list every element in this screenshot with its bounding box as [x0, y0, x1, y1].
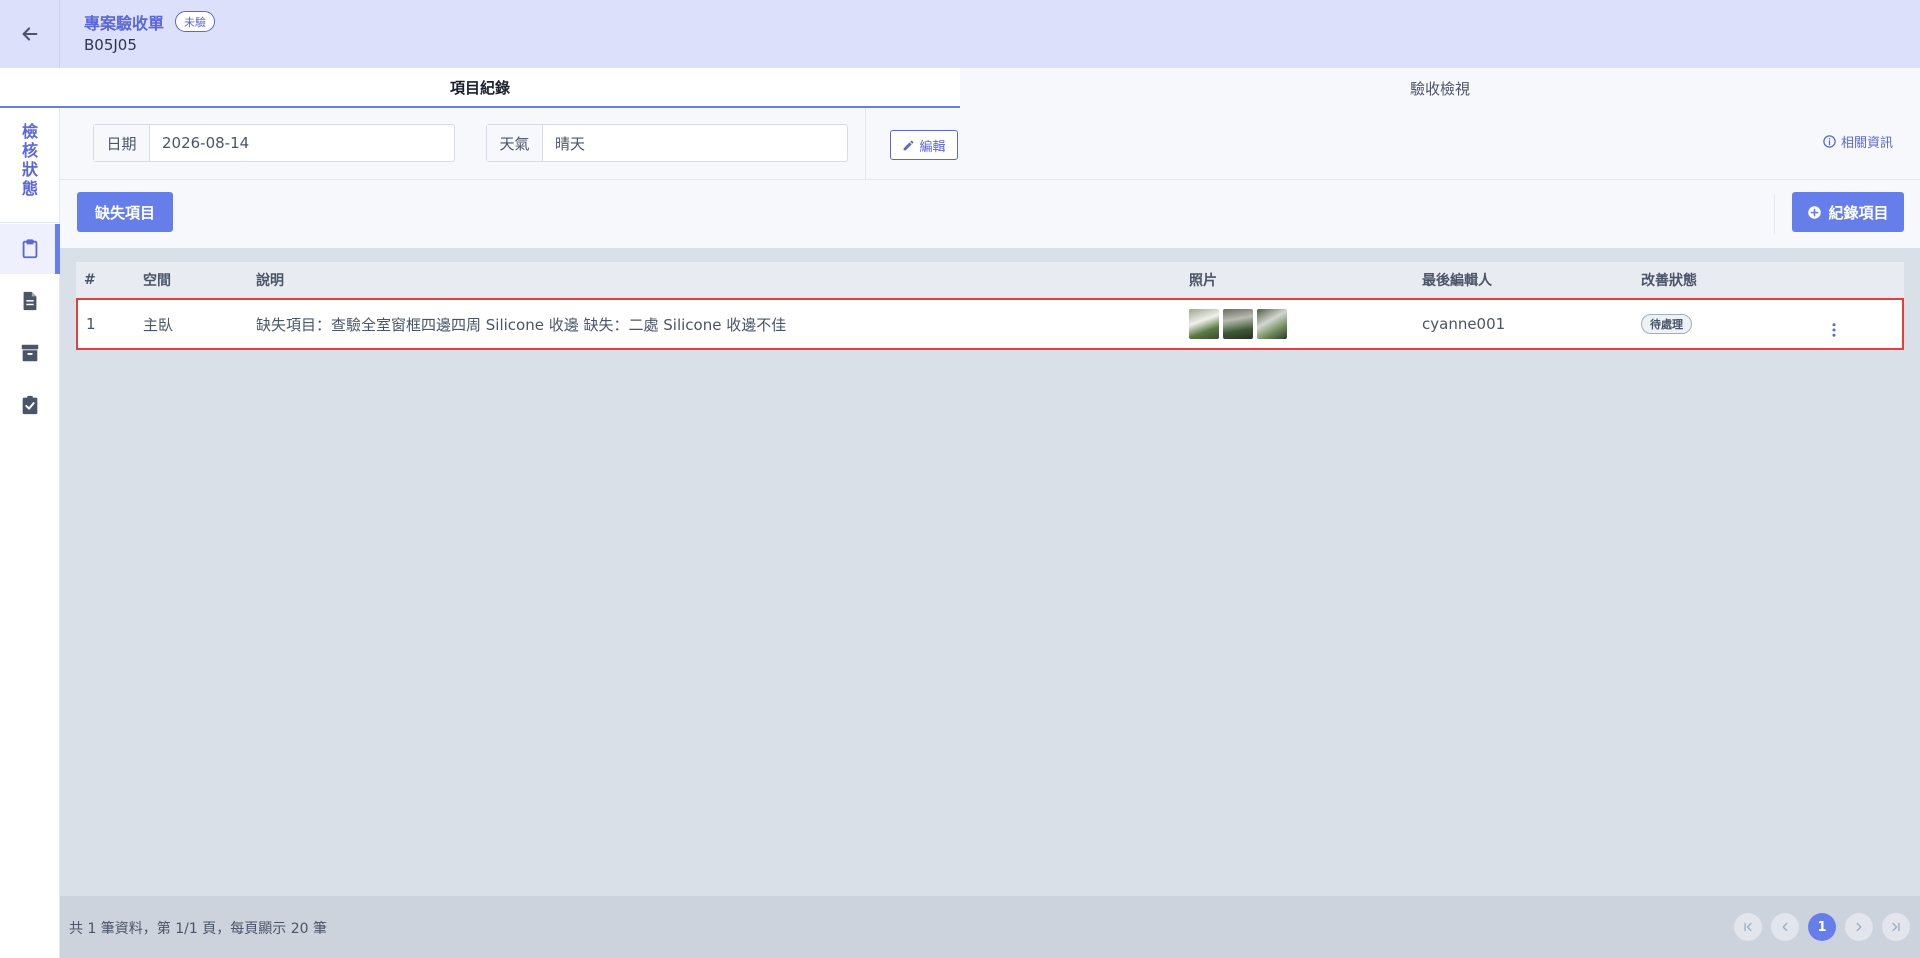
weather-label: 天氣: [487, 125, 543, 161]
last-page-icon: [1892, 922, 1900, 932]
tab-bar: 項目紀錄 驗收檢視: [0, 68, 1920, 108]
status-badge: 未驗: [175, 11, 215, 32]
plus-circle-icon: [1808, 205, 1822, 219]
edit-button[interactable]: 編輯: [890, 130, 958, 160]
page-title: 專案驗收單: [84, 14, 165, 33]
table-row[interactable]: 1 主臥 缺失項目：查驗全室窗框四邊四周 Silicone 收邊 缺失：二處 S…: [76, 298, 1904, 350]
status-badge: 待處理: [1641, 314, 1692, 334]
main-content: 日期 2026-08-14 天氣 晴天 編輯 相關資訊 缺失項目 紀錄項目 # …: [60, 108, 1920, 958]
add-record-button[interactable]: 紀錄項目: [1792, 192, 1904, 232]
more-vertical-icon: [1832, 323, 1836, 337]
column-header-number: #: [84, 272, 96, 288]
action-divider: [1774, 194, 1775, 234]
sidebar-label-char: 態: [21, 179, 38, 198]
row-number: 1: [86, 315, 96, 333]
column-header-last-editor: 最後編輯人: [1422, 273, 1492, 289]
row-description: 缺失項目：查驗全室窗框四邊四周 Silicone 收邊 缺失：二處 Silico…: [256, 315, 787, 334]
related-info-label: 相關資訊: [1840, 136, 1893, 151]
table-footer: 共 1 筆資料，第 1/1 頁，每頁顯示 20 筆 1: [60, 896, 1920, 958]
column-header-space: 空間: [143, 273, 171, 289]
filter-bar: 日期 2026-08-14 天氣 晴天 編輯 相關資訊: [60, 108, 1920, 180]
sidebar-item-checklist[interactable]: [0, 380, 60, 430]
pencil-icon: [904, 140, 914, 150]
table-header: # 空間 說明 照片 最後編輯人 改善狀態: [76, 262, 1904, 298]
photo-thumbnail[interactable]: [1257, 309, 1287, 339]
archive-icon: [21, 344, 39, 362]
arrow-left-icon: [22, 27, 37, 41]
back-button[interactable]: [0, 0, 60, 68]
date-input[interactable]: 2026-08-14: [150, 125, 454, 161]
row-photos: [1189, 308, 1291, 340]
add-record-label: 紀錄項目: [1828, 203, 1889, 222]
weather-field[interactable]: 天氣 晴天: [486, 124, 848, 162]
last-page-button[interactable]: [1882, 913, 1910, 941]
tab-inspection-view[interactable]: 驗收檢視: [960, 68, 1920, 108]
project-code: B05J05: [84, 36, 137, 54]
defect-items-button[interactable]: 缺失項目: [77, 192, 173, 232]
first-page-button[interactable]: [1734, 913, 1762, 941]
weather-input[interactable]: 晴天: [543, 125, 847, 161]
photo-thumbnail[interactable]: [1189, 309, 1219, 339]
pagination-summary: 共 1 筆資料，第 1/1 頁，每頁顯示 20 筆: [69, 921, 327, 937]
column-header-status: 改善狀態: [1641, 273, 1697, 289]
sidebar-label-char: 核: [21, 141, 38, 160]
sidebar: 檢 核 狀 態: [0, 108, 60, 958]
sidebar-item-clipboard[interactable]: [0, 224, 60, 274]
column-header-photos: 照片: [1189, 273, 1217, 289]
chevron-left-icon: [1782, 922, 1788, 932]
sidebar-item-document[interactable]: [0, 276, 60, 326]
filter-divider: [865, 108, 866, 180]
row-space: 主臥: [143, 315, 174, 334]
edit-button-label: 編輯: [919, 139, 946, 155]
clipboard-check-icon: [22, 395, 38, 415]
more-options-button[interactable]: [1824, 318, 1844, 342]
action-bar: 缺失項目 紀錄項目: [60, 180, 1920, 248]
date-label: 日期: [94, 125, 150, 161]
sidebar-label-char: 檢: [21, 122, 38, 141]
photo-thumbnail[interactable]: [1223, 309, 1253, 339]
sidebar-item-archive[interactable]: [0, 328, 60, 378]
sidebar-divider: [0, 222, 60, 223]
previous-page-button[interactable]: [1771, 913, 1799, 941]
sidebar-label-char: 狀: [21, 160, 38, 179]
document-icon: [23, 291, 37, 311]
column-header-description: 說明: [256, 273, 284, 289]
related-info-link[interactable]: 相關資訊: [1822, 132, 1893, 151]
tab-item-records[interactable]: 項目紀錄: [0, 68, 960, 108]
first-page-icon: [1744, 922, 1752, 932]
row-last-editor: cyanne001: [1422, 315, 1506, 333]
clipboard-icon: [22, 239, 38, 259]
chevron-right-icon: [1856, 922, 1862, 932]
row-status: 待處理: [1641, 300, 1692, 348]
records-table: # 空間 說明 照片 最後編輯人 改善狀態 1 主臥 缺失項目：查驗全室窗框四邊…: [76, 262, 1904, 350]
info-icon: [1823, 135, 1836, 148]
date-field[interactable]: 日期 2026-08-14: [93, 124, 455, 162]
page-button-current[interactable]: 1: [1808, 913, 1836, 941]
row-actions: [1824, 306, 1844, 354]
next-page-button[interactable]: [1845, 913, 1873, 941]
sidebar-label-inspection-status[interactable]: 檢 核 狀 態: [0, 122, 60, 198]
app-header: 專案驗收單 未驗 B05J05: [0, 0, 1920, 68]
